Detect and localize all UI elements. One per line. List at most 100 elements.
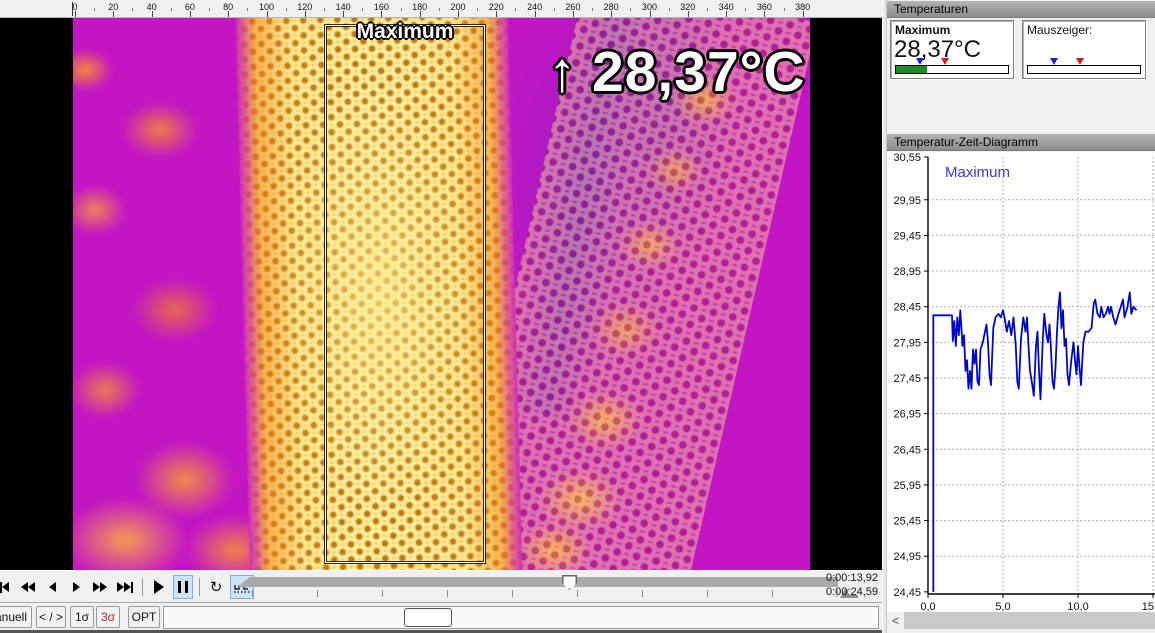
toolbar-slider-area: [163, 606, 879, 629]
fast-rewind-button[interactable]: [18, 575, 38, 599]
ruler-tick: [75, 11, 76, 17]
app-window: 0204060801001201401601802002202402602803…: [0, 0, 1155, 633]
ruler-dot: [515, 8, 516, 11]
playback-buttons: ↻: [0, 574, 254, 600]
sigma-3-button[interactable]: 3σ: [96, 606, 120, 628]
roi-rectangle[interactable]: Maximum: [325, 25, 485, 563]
fast-forward-icon: [93, 582, 107, 592]
svg-text:29,95: 29,95: [893, 195, 921, 207]
max-temp-value: 28,37°C: [592, 44, 806, 101]
chart-svg: 30,5529,9529,4528,9528,4527,9527,4526,95…: [887, 152, 1155, 612]
ruler-dot: [477, 8, 478, 11]
svg-text:26,45: 26,45: [893, 444, 921, 456]
ruler-tick: [190, 11, 191, 17]
max-temp-overlay: ↑ 28,37°C: [548, 44, 806, 101]
side-pane: Temperaturen Maximum 28,37°C Mauszeiger:…: [887, 0, 1155, 633]
up-arrow-icon: ↑: [548, 44, 576, 100]
sigma-1-button[interactable]: 1σ: [70, 606, 94, 628]
skip-end-icon: [117, 582, 133, 593]
mauszeiger-red-marker-icon: [1076, 58, 1084, 65]
ruler-dot: [592, 8, 593, 11]
ruler-dot: [401, 8, 402, 11]
roi-label: Maximum: [357, 20, 454, 44]
svg-text:25,45: 25,45: [893, 516, 921, 528]
play-button[interactable]: [149, 575, 169, 599]
maximum-range-bar: [895, 65, 1009, 74]
prev-next-button[interactable]: < / >: [36, 606, 66, 628]
ruler-tick: [688, 11, 689, 17]
chart-scrollbar-track[interactable]: [904, 612, 1155, 629]
timeline-tick: [447, 590, 448, 597]
maximum-blue-marker-icon: [916, 58, 924, 65]
pause-icon: [176, 581, 190, 593]
svg-text:27,95: 27,95: [893, 337, 921, 349]
maximum-red-marker-icon: [941, 58, 949, 65]
manuell-button[interactable]: anuell: [0, 606, 32, 628]
skip-end-button[interactable]: [114, 575, 136, 599]
fast-forward-button[interactable]: [90, 575, 110, 599]
fast-rewind-icon: [21, 582, 35, 592]
svg-text:29,45: 29,45: [893, 230, 921, 242]
ruler-dot: [745, 8, 746, 11]
ruler-tick: [113, 11, 114, 17]
svg-text:24,45: 24,45: [893, 587, 921, 599]
chart-scroll-left-button[interactable]: <: [887, 612, 904, 629]
mauszeiger-box: Mauszeiger:: [1022, 20, 1146, 79]
mauszeiger-label: Mauszeiger:: [1027, 23, 1092, 37]
total-time: 0:00:24,59: [826, 586, 878, 598]
ruler-dot: [669, 8, 670, 11]
timeline-tick: [512, 590, 513, 597]
svg-text:30,55: 30,55: [893, 152, 921, 164]
timeline-thumb[interactable]: [562, 575, 577, 590]
timeline-tick: [577, 590, 578, 597]
ruler-tick: [305, 11, 306, 17]
mauszeiger-blue-marker-icon: [1050, 58, 1058, 65]
current-time: 0:00:13,92: [826, 572, 878, 584]
ruler-tick: [496, 11, 497, 17]
loop-icon: ↻: [210, 580, 223, 595]
ruler-tick: [381, 11, 382, 17]
temperatures-panel-title: Temperaturen: [887, 1, 1155, 18]
ruler-tick: [152, 11, 153, 17]
timeline-tick: [707, 590, 708, 597]
ruler-dot: [132, 8, 133, 11]
skip-start-button[interactable]: [0, 575, 14, 599]
step-back-button[interactable]: [42, 575, 62, 599]
step-forward-button[interactable]: [66, 575, 86, 599]
chart-scrollbar: <: [887, 612, 1155, 629]
ruler-tick: [726, 11, 727, 17]
thermal-image[interactable]: Maximum ↑ 28,37°C: [73, 18, 810, 570]
thermal-image-area[interactable]: Maximum ↑ 28,37°C: [0, 18, 882, 570]
ruler-tick: [343, 11, 344, 17]
ruler-tick: [650, 11, 651, 17]
opt-button[interactable]: OPT: [128, 606, 160, 628]
timeline-tick: [252, 590, 253, 597]
pause-button[interactable]: [173, 575, 193, 599]
timeline-track[interactable]: [250, 577, 838, 587]
ruler-tick: [420, 11, 421, 17]
timeline-tick: [772, 590, 773, 597]
chart-panel-title: Temperatur-Zeit-Diagramm: [887, 134, 1155, 151]
playback-bar: ↻ 0:00:13,92 0:00:24,59: [0, 570, 882, 602]
timeline-tick: [642, 590, 643, 597]
maximum-bar-fill: [896, 66, 927, 73]
step-back-icon: [49, 582, 56, 592]
loop-button[interactable]: ↻: [206, 575, 226, 599]
bottom-toolbar: anuell< / >1σ3σ OPT: [0, 602, 882, 630]
timeline-tick: [317, 590, 318, 597]
maximum-label: Maximum: [895, 23, 950, 37]
play-icon: [154, 580, 164, 594]
ruler-tick: [803, 11, 804, 17]
maximum-temp-box: Maximum 28,37°C: [890, 20, 1014, 79]
ruler-tick: [458, 11, 459, 17]
svg-text:24,95: 24,95: [893, 551, 921, 563]
maximum-value: 28,37°C: [894, 36, 981, 64]
ruler-dot: [324, 8, 325, 11]
toolbar-slider-thumb[interactable]: [404, 608, 452, 627]
ruler-tick: [535, 11, 536, 17]
image-pane: 0204060801001201401601802002202402602803…: [0, 0, 882, 633]
step-forward-icon: [73, 582, 80, 592]
ruler-dot: [554, 8, 555, 11]
timeline-tick: [837, 590, 838, 597]
svg-text:27,45: 27,45: [893, 373, 921, 385]
